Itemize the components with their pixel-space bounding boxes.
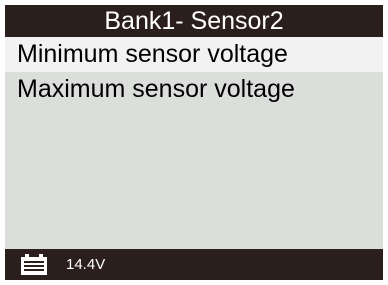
menu-item-minimum-sensor-voltage[interactable]: Minimum sensor voltage [5, 37, 383, 72]
status-bar: 14.4V [5, 249, 383, 280]
menu-item-maximum-sensor-voltage[interactable]: Maximum sensor voltage [5, 72, 383, 107]
device-screen: Bank1- Sensor2 Minimum sensor voltage Ma… [5, 5, 383, 280]
battery-icon [21, 254, 47, 275]
page-title: Bank1- Sensor2 [5, 5, 383, 37]
battery-voltage: 14.4V [66, 256, 106, 273]
menu-list: Minimum sensor voltage Maximum sensor vo… [5, 37, 383, 107]
